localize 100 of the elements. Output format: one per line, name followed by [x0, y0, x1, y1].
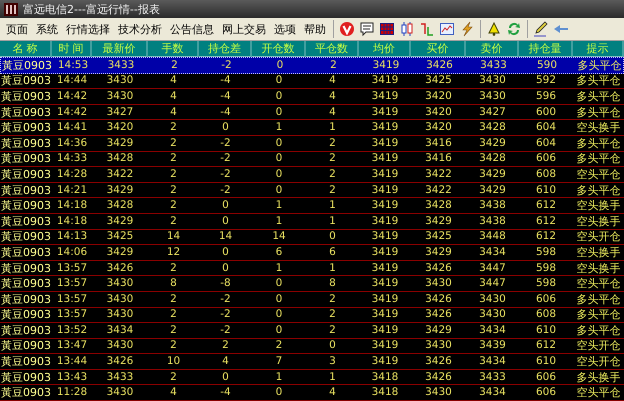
column-header[interactable]: 平仓数: [306, 41, 359, 57]
column-header[interactable]: 买价: [411, 41, 466, 57]
table-cell-text: 3434: [478, 386, 507, 400]
menu-item[interactable]: 帮助: [300, 22, 330, 36]
table-cell: 黃豆0903: [0, 386, 52, 400]
table-row[interactable]: 黃豆0903 14:44 3430 4 -4 0 4 3419 3425 3430 592 多头平仓: [0, 74, 624, 90]
table-cell-text: 13:52: [56, 324, 88, 337]
table-cell-text: 1: [274, 370, 284, 384]
table-row[interactable]: 黃豆0903 14:18 3429 2 0 1 1 3419 3429 3438 612 空头换手: [0, 214, 624, 230]
menu-item[interactable]: 技术分析: [114, 22, 166, 36]
table-row[interactable]: 黃豆0903 11:28 3430 4 -4 0 4 3418 3430 3434 606 空头平仓: [0, 385, 624, 401]
column-header[interactable]: 均价: [359, 41, 411, 57]
column-header[interactable]: 时 间: [52, 41, 92, 57]
menu-item[interactable]: 行情选择: [62, 22, 114, 36]
column-header[interactable]: 名 称: [0, 41, 52, 57]
candlestick-icon[interactable]: [399, 21, 415, 37]
table-row[interactable]: 黃豆0903 14:41 3420 2 0 1 1 3419 3420 3428 604 空头换手: [0, 120, 624, 136]
menu-item[interactable]: 页面: [2, 22, 32, 36]
table-cell-text: 3430: [106, 308, 134, 322]
table-cell-text: 3429: [478, 184, 507, 197]
table-cell-text: 2: [169, 121, 178, 134]
column-header[interactable]: 持仓差: [199, 41, 252, 57]
line-chart-icon[interactable]: [439, 21, 455, 37]
table-row[interactable]: 黃豆0903 14:36 3429 2 -2 0 2 3419 3416 3429 604 多头平仓: [0, 136, 624, 152]
menu-item[interactable]: 公告信息: [166, 22, 218, 36]
step-chart-icon[interactable]: [419, 21, 435, 37]
table-cell: 黃豆0903: [0, 184, 52, 197]
table-cell-text: 3434: [478, 324, 507, 337]
table-cell-text: 600: [534, 106, 558, 119]
table-cell-text: 3419: [370, 262, 400, 275]
column-header[interactable]: 手数: [148, 41, 199, 57]
bell-icon[interactable]: [486, 21, 502, 37]
column-header[interactable]: 最新价: [92, 41, 148, 57]
table-cell-text: 空头开仓: [576, 230, 622, 244]
window-title: 富远电信2---富远行情--报表: [23, 2, 160, 16]
table-row[interactable]: 黃豆0903 14:18 3428 2 0 1 1 3419 3428 3438 612 空头换手: [0, 198, 624, 214]
table-row[interactable]: 黃豆0903 14:42 3430 4 -4 0 4 3419 3420 3430 596 多头平仓: [0, 89, 624, 105]
table-cell-text: 3419: [370, 152, 400, 166]
menu-item[interactable]: 系统: [32, 22, 62, 36]
table-cell-text: 3425: [424, 230, 453, 244]
table-cell-text: 14: [218, 230, 234, 244]
table-row[interactable]: 黃豆0903 14:53 3433 2 -2 0 2 3419 3426 3433 590 多头平仓: [0, 57, 624, 74]
table-row[interactable]: 黃豆0903 13:52 3434 2 -2 0 2 3419 3429 3434 610 多头平仓: [0, 323, 624, 339]
table-cell-text: 空头开仓: [576, 355, 622, 368]
table-cell: 黃豆0903: [0, 355, 52, 368]
table-row[interactable]: 黃豆0903 13:57 3430 2 -2 0 2 3419 3426 3430 606 多头平仓: [0, 292, 624, 308]
pen-icon[interactable]: [533, 21, 549, 37]
chat-icon[interactable]: [359, 21, 375, 37]
table-cell-text: 3419: [370, 184, 400, 197]
table-cell-text: 3419: [370, 308, 400, 322]
menu-item[interactable]: 选项: [270, 22, 300, 36]
table-cell-text: 0: [221, 246, 230, 259]
column-header[interactable]: 开仓数: [252, 41, 306, 57]
table-row[interactable]: 黃豆0903 13:44 3426 10 4 7 3 3419 3426 3434 610 空头开仓: [0, 354, 624, 370]
table-cell-text: 2: [169, 199, 178, 212]
table-cell-text: 3430: [424, 339, 453, 352]
v-badge-icon[interactable]: [339, 21, 355, 37]
menu-item[interactable]: 网上交易: [218, 22, 270, 36]
table-cell: 黃豆0903: [0, 106, 52, 119]
table-cell-text: 606: [534, 152, 558, 166]
table-cell: 黃豆0903: [0, 90, 52, 103]
column-header[interactable]: 卖价: [466, 41, 519, 57]
table-row[interactable]: 黃豆0903 14:33 3428 2 -2 0 2 3419 3416 3428 606 多头平仓: [0, 152, 624, 168]
table-row[interactable]: 黃豆0903 13:57 3430 8 -8 0 8 3419 3430 3447 598 空头平仓: [0, 276, 624, 292]
table-cell-text: 2: [274, 339, 284, 352]
table-cell-text: -4: [219, 74, 232, 88]
table-row[interactable]: 黃豆0903 14:21 3429 2 -2 0 2 3419 3422 3429 610 多头平仓: [0, 182, 624, 198]
table-cell-text: 0: [274, 168, 284, 181]
table-cell-text: 3428: [106, 152, 134, 166]
table-cell: 黃豆0903: [0, 308, 52, 322]
grid-icon[interactable]: [379, 21, 395, 37]
table-cell: 黃豆0903: [0, 168, 52, 181]
column-header[interactable]: 持仓量: [519, 41, 573, 57]
table-cell-text: 2: [169, 184, 178, 197]
table-row[interactable]: 黃豆0903 13:57 3430 2 -2 0 2 3419 3426 3430 608 多头平仓: [0, 308, 624, 324]
table-cell-text: 14:42: [56, 106, 88, 119]
table-row[interactable]: 黃豆0903 13:57 3426 2 0 1 1 3419 3426 3447 598 空头换手: [0, 260, 624, 276]
table-row[interactable]: 黃豆0903 13:43 3433 2 0 1 1 3418 3426 3433 606 多头换手: [0, 370, 624, 386]
table-cell-text: 多头平仓: [576, 90, 622, 103]
table-cell-text: 3426: [424, 355, 453, 368]
table-cell-text: 多头平仓: [576, 74, 622, 88]
table-cell-text: -2: [220, 58, 233, 72]
table-row[interactable]: 黃豆0903 14:28 3422 2 -2 0 2 3419 3422 3429 608 空头平仓: [0, 167, 624, 183]
table-cell-text: 3420: [424, 121, 453, 134]
table-row[interactable]: 黃豆0903 14:06 3429 12 0 6 6 3419 3429 3434 598 空头换手: [0, 245, 624, 261]
column-header[interactable]: 提示: [573, 41, 624, 57]
table-cell-text: 3447: [478, 277, 507, 290]
table-cell-text: 2: [169, 152, 178, 166]
table-row[interactable]: 黃豆0903 14:42 3427 4 -4 0 4 3419 3420 3427 600 多头平仓: [0, 104, 624, 120]
table-cell-text: 3425: [106, 230, 134, 244]
table-cell-text: 4: [221, 355, 230, 368]
table-row[interactable]: 黃豆0903 14:13 3425 14 14 14 0 3419 3425 3448 612 空头开仓: [0, 230, 624, 246]
table-cell-text: 空头平仓: [576, 386, 622, 400]
table-cell-text: 14:36: [56, 136, 88, 150]
table-cell-text: 0: [274, 106, 284, 119]
table-cell-text: 3430: [106, 339, 134, 352]
table-cell-text: 0: [274, 324, 284, 337]
table-cell-text: 3419: [370, 214, 400, 228]
table-cell-text: 3438: [478, 214, 507, 228]
table-row[interactable]: 黃豆0903 13:47 3430 2 2 2 0 3419 3430 3439 612 空头开仓: [0, 338, 624, 354]
